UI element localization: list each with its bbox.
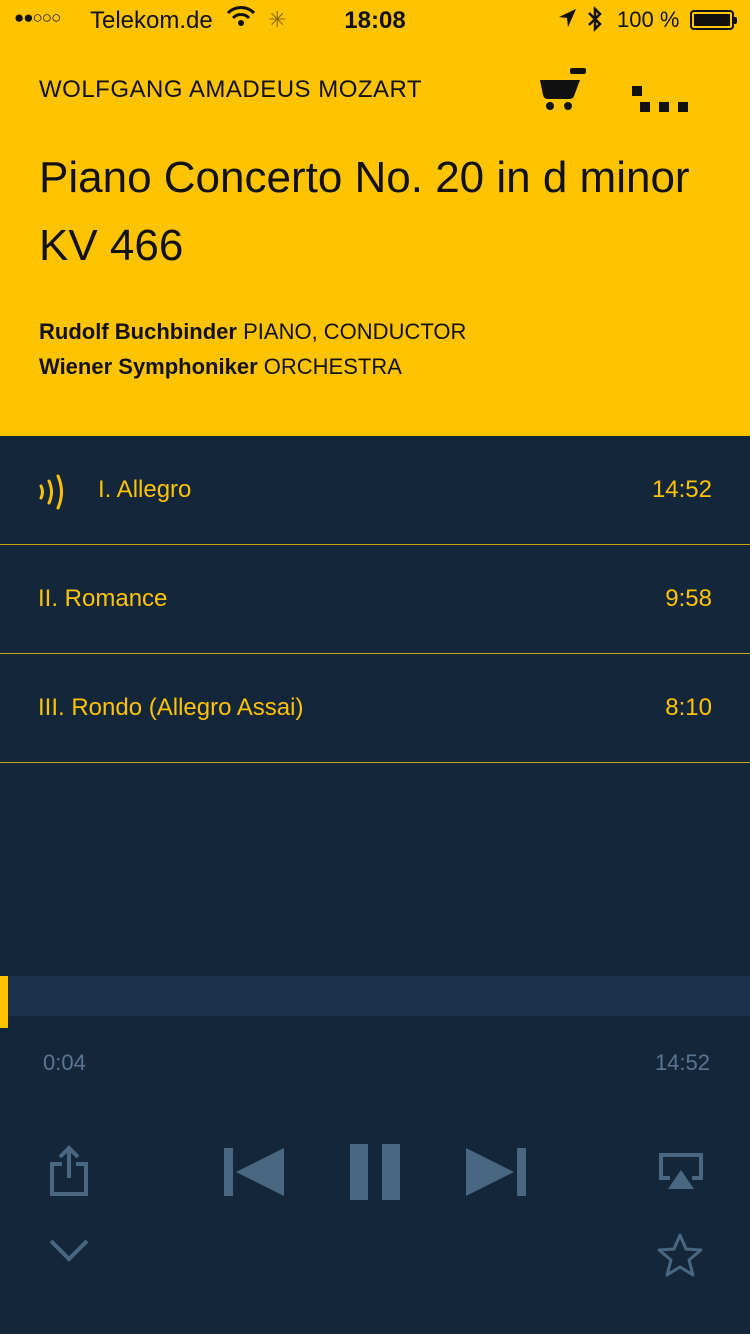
track-duration: 14:52 <box>651 476 712 503</box>
composer-name: WOLFGANG AMADEUS MOZART <box>39 76 423 103</box>
cart-icon <box>536 68 592 120</box>
cart-button[interactable] <box>536 66 592 116</box>
work-title: Piano Concerto No. 20 in d minor KV 466 <box>39 153 690 270</box>
progress-slider[interactable] <box>0 976 750 1016</box>
battery-percent: 100 % <box>617 7 680 32</box>
now-playing-icon <box>38 472 72 512</box>
elapsed-time: 0:04 <box>43 1050 86 1075</box>
track-duration: 8:10 <box>665 694 712 721</box>
bluetooth-icon <box>585 5 605 39</box>
performer-role: PIANO, CONDUCTOR <box>243 319 467 344</box>
track-title: III. Rondo (Allegro Assai) <box>38 694 304 721</box>
total-time: 14:52 <box>654 1050 710 1075</box>
performer-role: ORCHESTRA <box>263 354 402 379</box>
track-title: II. Romance <box>38 585 168 612</box>
collapse-button[interactable] <box>48 1236 90 1264</box>
performer-credits: Rudolf Buchbinder PIANO, CONDUCTOR Wiene… <box>39 314 466 384</box>
location-arrow-icon <box>556 6 578 36</box>
battery-icon <box>690 10 737 30</box>
credit-line: Rudolf Buchbinder PIANO, CONDUCTOR <box>39 314 466 349</box>
next-icon <box>464 1146 528 1198</box>
share-icon <box>48 1144 90 1198</box>
status-bar: ●●○○○ Telekom.de ✳ 18:08 100 % <box>0 0 750 40</box>
next-button[interactable] <box>464 1146 528 1198</box>
track-row[interactable]: I. Allegro 14:52 <box>0 436 750 545</box>
airplay-button[interactable] <box>658 1152 704 1192</box>
pause-button[interactable] <box>348 1142 402 1202</box>
track-list: I. Allegro 14:52 II. Romance 9:58 III. R… <box>0 436 750 763</box>
credit-line: Wiener Symphoniker ORCHESTRA <box>39 349 466 384</box>
more-icon <box>632 86 688 112</box>
previous-icon <box>222 1146 286 1198</box>
performer-name[interactable]: Rudolf Buchbinder <box>39 319 237 344</box>
track-row[interactable]: II. Romance 9:58 <box>0 545 750 654</box>
track-row[interactable]: III. Rondo (Allegro Assai) 8:10 <box>0 654 750 763</box>
airplay-icon <box>658 1152 704 1192</box>
progress-handle[interactable] <box>0 976 8 1028</box>
star-icon <box>656 1232 704 1278</box>
track-title: I. Allegro <box>98 476 192 503</box>
chevron-down-icon <box>48 1236 90 1264</box>
pause-icon <box>348 1142 402 1202</box>
album-header: ●●○○○ Telekom.de ✳ 18:08 100 % WOLFGANG … <box>0 0 750 436</box>
track-duration: 9:58 <box>665 585 712 612</box>
performer-name[interactable]: Wiener Symphoniker <box>39 354 258 379</box>
share-button[interactable] <box>48 1144 90 1198</box>
previous-button[interactable] <box>222 1146 286 1198</box>
more-button[interactable] <box>632 70 696 112</box>
favorite-button[interactable] <box>656 1232 704 1278</box>
